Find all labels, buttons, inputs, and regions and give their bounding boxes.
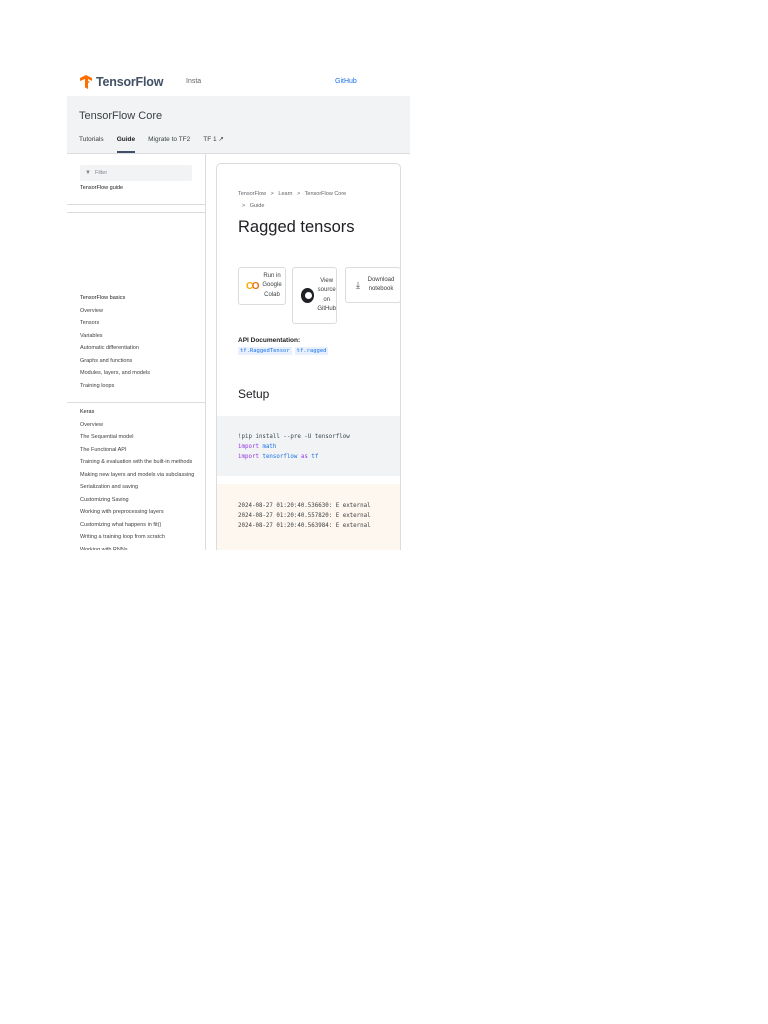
filter-input[interactable]: ▼ Filter — [80, 165, 192, 181]
top-bar: TensorFlow Insta GitHub — [67, 67, 410, 96]
api-link-raggedtensor[interactable]: tf.RaggedTensor — [238, 347, 292, 355]
code-keyword: import — [238, 454, 259, 460]
logo-text: TensorFlow — [96, 75, 164, 89]
code-alias: tf — [311, 454, 319, 460]
sidebar-divider — [67, 204, 205, 205]
run-in-colab-button[interactable]: CO Run in Google Colab — [238, 267, 286, 305]
sidebar-divider — [67, 402, 205, 403]
output-line: 2024-08-27 01:20:40.557820: E external — [238, 513, 371, 519]
breadcrumb: TensorFlow > Learn > TensorFlow Core > G… — [238, 188, 388, 212]
sidebar-section-heading[interactable]: TensorFlow basics — [80, 295, 200, 308]
code-keyword: as — [300, 454, 308, 460]
browser-viewport: TensorFlow Insta GitHub TensorFlow Core … — [67, 67, 410, 550]
sidebar-item[interactable]: Writing a training loop from scratch — [80, 534, 200, 547]
tab-bar: Tutorials Guide Migrate to TF2 TF 1 ↗ — [79, 136, 237, 153]
sidebar: ▼ Filter TensorFlow guide TensorFlow bas… — [67, 154, 206, 550]
sidebar-item[interactable]: The Functional API — [80, 447, 200, 460]
sidebar-item[interactable]: Overview — [80, 422, 200, 435]
tensorflow-logo-icon — [80, 75, 92, 89]
code-output-block[interactable]: 2024-08-27 01:20:40.536630: E external 2… — [217, 484, 400, 550]
code-block-setup[interactable]: !pip install --pre -U tensorflow import … — [217, 416, 400, 476]
sidebar-item[interactable]: Variables — [80, 333, 200, 346]
sidebar-item[interactable]: Customizing Saving — [80, 497, 200, 510]
download-button-label: Download notebook — [367, 276, 395, 293]
view-source-github-button[interactable]: View source on GitHub — [292, 267, 337, 324]
sidebar-section-tensorflow-basics: TensorFlow basics Overview Tensors Variable… — [80, 295, 200, 395]
sidebar-item-tensorflow-guide[interactable]: TensorFlow guide — [80, 185, 123, 191]
tab-tf1[interactable]: TF 1 ↗ — [203, 136, 224, 153]
sidebar-item[interactable]: Tensors — [80, 320, 200, 333]
breadcrumb-separator: > — [242, 203, 246, 209]
nav-github-link[interactable]: GitHub — [335, 78, 357, 85]
sidebar-item[interactable]: Working with preprocessing layers — [80, 509, 200, 522]
code-module: tensorflow — [262, 454, 298, 460]
code-keyword: import — [238, 444, 259, 450]
sidebar-item[interactable]: Making new layers and models via subclas… — [80, 472, 200, 485]
download-notebook-button[interactable]: ⤓ Download notebook — [345, 267, 400, 303]
main-content-card: TensorFlow > Learn > TensorFlow Core > G… — [216, 163, 401, 550]
sidebar-section-heading[interactable]: Keras — [80, 409, 200, 422]
api-documentation-label: API Documentation: — [238, 337, 301, 344]
filter-icon: ▼ — [85, 170, 91, 176]
output-line: 2024-08-27 01:20:40.536630: E external — [238, 503, 371, 509]
output-lines: 2024-08-27 01:20:40.536630: E external 2… — [238, 501, 371, 531]
github-button-label: View source on GitHub — [317, 277, 337, 313]
tensorflow-logo[interactable]: TensorFlow — [79, 75, 163, 89]
sidebar-item[interactable]: The Sequential model — [80, 434, 200, 447]
filter-placeholder: Filter — [94, 170, 108, 176]
colab-button-label: Run in Google Colab — [262, 272, 282, 298]
breadcrumb-guide[interactable]: Guide — [250, 203, 265, 209]
tab-tutorials[interactable]: Tutorials — [79, 136, 104, 153]
sidebar-item[interactable]: Training & evaluation with the built-in … — [80, 459, 200, 472]
colab-icon: CO — [246, 280, 260, 292]
breadcrumb-separator: > — [270, 191, 274, 197]
api-links: tf.RaggedTensor tf.ragged — [238, 347, 331, 355]
output-line: 2024-08-27 01:20:40.563984: E external — [238, 523, 371, 529]
product-header: TensorFlow Core Tutorials Guide Migrate … — [67, 96, 410, 154]
code-module: math — [262, 444, 277, 450]
code-lines: !pip install --pre -U tensorflow import … — [238, 432, 350, 462]
sidebar-item[interactable]: Graphs and functions — [80, 358, 200, 371]
github-icon — [301, 288, 315, 303]
tab-migrate[interactable]: Migrate to TF2 — [148, 136, 190, 153]
download-icon: ⤓ — [356, 279, 360, 290]
breadcrumb-tensorflow-core[interactable]: TensorFlow Core — [305, 191, 347, 197]
tab-guide[interactable]: Guide — [116, 136, 136, 153]
setup-heading: Setup — [238, 387, 270, 401]
sidebar-item[interactable]: Working with RNNs — [80, 547, 200, 550]
api-link-ragged[interactable]: tf.ragged — [294, 347, 329, 355]
sidebar-item[interactable]: Overview — [80, 308, 200, 321]
sidebar-item[interactable]: Serialization and saving — [80, 484, 200, 497]
sidebar-divider — [67, 212, 205, 213]
breadcrumb-separator: > — [297, 191, 301, 197]
breadcrumb-tensorflow[interactable]: TensorFlow — [238, 191, 266, 197]
sidebar-item[interactable]: Modules, layers, and models — [80, 370, 200, 383]
nav-install-link[interactable]: Insta — [186, 78, 201, 85]
sidebar-item[interactable]: Training loops — [80, 383, 200, 396]
sidebar-item[interactable]: Customizing what happens in fit() — [80, 522, 200, 535]
sidebar-item[interactable]: Automatic differentiation — [80, 345, 200, 358]
sidebar-section-keras: Keras Overview The Sequential model The Fun… — [80, 409, 200, 550]
product-title[interactable]: TensorFlow Core — [79, 110, 162, 122]
page-title: Ragged tensors — [238, 218, 355, 236]
breadcrumb-learn[interactable]: Learn — [278, 191, 292, 197]
code-line: !pip install --pre -U tensorflow — [238, 434, 350, 440]
